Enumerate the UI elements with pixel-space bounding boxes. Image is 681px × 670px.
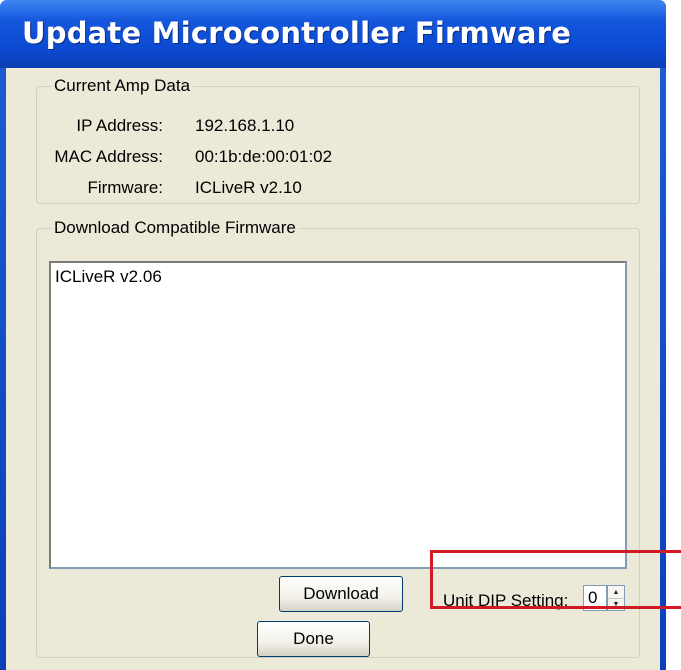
list-item[interactable]: ICLiveR v2.06: [55, 267, 162, 287]
ip-address-label: IP Address:: [76, 116, 163, 135]
ip-address-value: 192.168.1.10: [195, 116, 295, 135]
firmware-listbox[interactable]: ICLiveR v2.06: [49, 261, 627, 569]
firmware-label: Firmware:: [87, 178, 163, 197]
download-firmware-legend: Download Compatible Firmware: [54, 218, 296, 237]
current-amp-data-legend: Current Amp Data: [54, 76, 191, 95]
download-button[interactable]: Download: [279, 576, 403, 612]
highlight-annotation-box: [430, 550, 681, 609]
current-amp-data-group: Current Amp Data IP Address: 192.168.1.1…: [36, 76, 640, 204]
done-button[interactable]: Done: [257, 621, 370, 657]
mac-address-value: 00:1b:de:00:01:02: [195, 147, 333, 166]
firmware-value: ICLiveR v2.10: [195, 178, 302, 197]
title-bar[interactable]: Update Microcontroller Firmware: [0, 0, 666, 68]
mac-address-label: MAC Address:: [54, 147, 163, 166]
window-title: Update Microcontroller Firmware: [22, 16, 572, 50]
